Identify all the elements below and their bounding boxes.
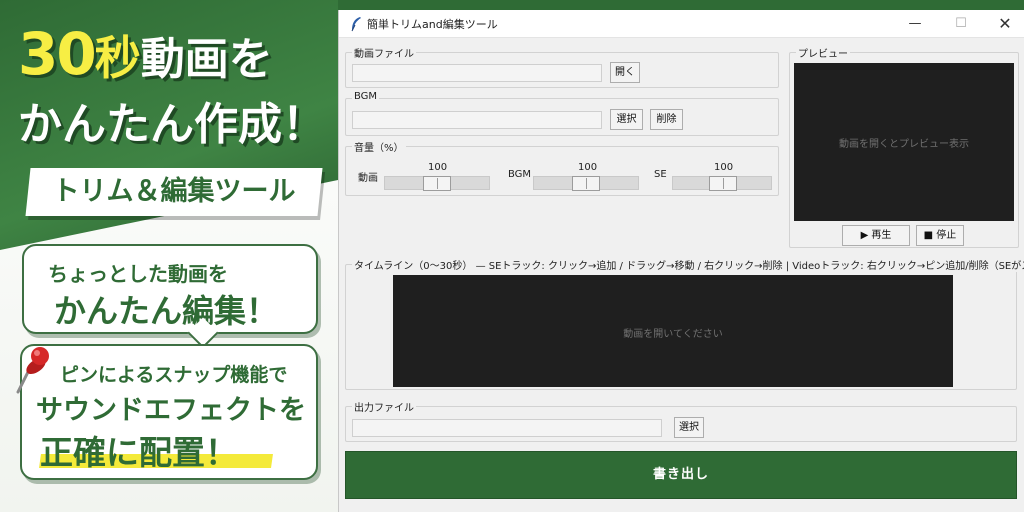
title-bar: 簡単トリムand編集ツール — ☐ ✕ <box>339 10 1024 38</box>
timeline-canvas[interactable]: 動画を開いてください <box>393 275 953 387</box>
output-select-button[interactable]: 選択 <box>674 417 704 438</box>
bgm-group: BGM 選択 削除 <box>345 91 779 136</box>
volume-group: 音量（%） 動画 100 BGM 100 SE 100 <box>345 139 779 196</box>
video-volume-value: 100 <box>428 162 448 173</box>
video-volume-slider[interactable] <box>384 176 490 191</box>
minimize-button[interactable]: — <box>893 10 937 38</box>
play-button[interactable]: ▶ 再生 <box>842 225 910 246</box>
output-file-input[interactable] <box>352 419 662 437</box>
bgm-legend: BGM <box>352 91 380 102</box>
se-volume-slider[interactable] <box>672 176 772 191</box>
bubble1-line1: ちょっとした動画を <box>48 262 228 286</box>
se-volume-label: SE <box>654 169 667 180</box>
video-volume-label: 動画 <box>358 173 378 184</box>
tool-banner-text: トリム＆編集ツール <box>52 176 296 207</box>
bubble2-line1: ピンによるスナップ機能で <box>60 364 288 386</box>
bubble1-line2: かんたん編集！ <box>54 292 279 330</box>
headline-rest: 動画を <box>140 34 273 85</box>
timeline-legend: タイムライン（0〜30秒） — SEトラック: クリック→追加 / ドラッグ→移… <box>352 257 1024 272</box>
video-file-input[interactable] <box>352 64 602 82</box>
bgm-volume-label: BGM <box>508 169 532 180</box>
stop-button[interactable]: ■ 停止 <box>916 225 964 246</box>
output-file-legend: 出力ファイル <box>352 399 416 414</box>
window-title: 簡単トリムand編集ツール <box>367 18 498 31</box>
bgm-delete-button[interactable]: 削除 <box>650 109 683 130</box>
promo-panel: 30秒動画を かんたん作成！ トリム＆編集ツール ちょっとした動画を かんたん編… <box>0 0 338 512</box>
volume-legend: 音量（%） <box>352 139 406 154</box>
output-file-group: 出力ファイル 選択 <box>345 399 1017 442</box>
preview-legend: プレビュー <box>796 45 850 60</box>
promo-headline: 30秒動画を かんたん作成！ <box>18 20 328 152</box>
bgm-volume-value: 100 <box>578 162 598 173</box>
export-button[interactable]: 書き出し <box>345 451 1017 499</box>
speech-bubble-snap: ピンによるスナップ機能で サウンドエフェクトを 正確に配置！ <box>20 344 318 480</box>
close-button[interactable]: ✕ <box>983 10 1024 38</box>
bgm-volume-thumb[interactable] <box>572 176 600 191</box>
timeline-group: タイムライン（0〜30秒） — SEトラック: クリック→追加 / ドラッグ→移… <box>345 257 1024 390</box>
bubble2-line2: サウンドエフェクトを <box>36 395 306 426</box>
tool-banner: トリム＆編集ツール <box>25 168 323 216</box>
bubble2-line3: 正確に配置！ <box>40 433 238 472</box>
feather-icon <box>351 17 361 32</box>
video-file-legend: 動画ファイル <box>352 45 416 60</box>
preview-placeholder: 動画を開くとプレビュー表示 <box>839 139 969 150</box>
push-pin-icon <box>16 347 49 394</box>
video-file-group: 動画ファイル 開く <box>345 45 779 88</box>
headline-line2: かんたん作成！ <box>18 99 326 150</box>
app-window: 簡単トリムand編集ツール — ☐ ✕ 動画ファイル 開く BGM 選択 削除 … <box>338 10 1024 512</box>
bgm-file-input[interactable] <box>352 111 602 129</box>
se-volume-value: 100 <box>714 162 734 173</box>
headline-line1: 30秒動画を <box>18 20 328 88</box>
headline-number: 30 <box>18 20 97 88</box>
video-volume-thumb[interactable] <box>423 176 451 191</box>
preview-group: プレビュー 動画を開くとプレビュー表示 ▶ 再生 ■ 停止 <box>789 45 1019 248</box>
timeline-placeholder: 動画を開いてください <box>623 329 723 340</box>
preview-canvas: 動画を開くとプレビュー表示 <box>794 63 1014 221</box>
maximize-button[interactable]: ☐ <box>939 10 983 38</box>
speech-bubble-easy-edit: ちょっとした動画を かんたん編集！ <box>22 244 318 349</box>
se-volume-thumb[interactable] <box>709 176 737 191</box>
bgm-select-button[interactable]: 選択 <box>610 109 643 130</box>
bgm-volume-slider[interactable] <box>533 176 639 191</box>
headline-seconds: 秒 <box>94 31 141 85</box>
open-video-button[interactable]: 開く <box>610 62 640 83</box>
